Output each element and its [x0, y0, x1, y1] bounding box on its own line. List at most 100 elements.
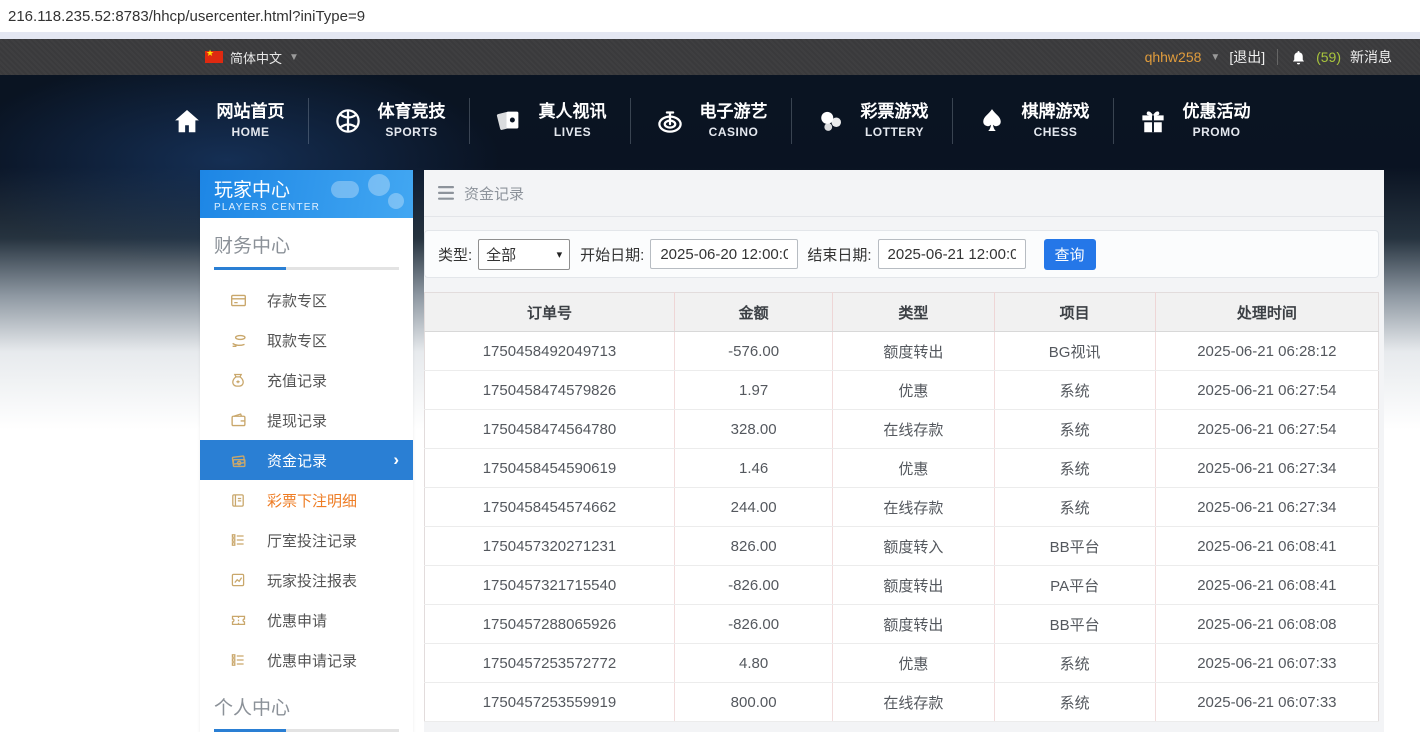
sidebar-item-player-bet-report[interactable]: 玩家投注报表 — [200, 560, 413, 600]
nav-item-lives[interactable]: 真人视讯LIVES — [469, 91, 630, 151]
table-cell: 在线存款 — [833, 683, 994, 722]
start-date-input[interactable] — [650, 239, 798, 269]
topbar-right: qhhw258 ▼ [退出] (59) 新消息 — [1145, 39, 1392, 75]
sidebar-item-lottery-bet-details[interactable]: 彩票下注明细 — [200, 480, 413, 520]
sidebar-item-withdraw-zone[interactable]: 取款专区 — [200, 320, 413, 360]
table-cell: 2025-06-21 06:08:08 — [1155, 605, 1378, 644]
table-cell: 2025-06-21 06:28:12 — [1155, 332, 1378, 371]
table-cell: 系统 — [994, 644, 1155, 683]
table-cell: 800.00 — [674, 683, 832, 722]
topbar: 简体中文 ▼ qhhw258 ▼ [退出] (59) 新消息 — [0, 39, 1420, 75]
table-row: 1750458492049713-576.00额度转出BG视讯2025-06-2… — [425, 332, 1379, 371]
funds-table: 订单号金额类型项目处理时间 1750458492049713-576.00额度转… — [424, 292, 1379, 722]
chevron-down-icon[interactable]: ▼ — [1210, 52, 1220, 63]
section-heading: 财务中心 — [214, 231, 399, 267]
sidebar-item-label: 优惠申请 — [267, 610, 327, 631]
username-dropdown[interactable]: qhhw258 — [1145, 49, 1202, 65]
china-flag-icon — [205, 51, 223, 63]
nav-item-lottery[interactable]: 彩票游戏LOTTERY — [791, 91, 952, 151]
sidebar-header: 玩家中心 PLAYERS CENTER — [200, 170, 413, 218]
type-label: 类型: — [438, 244, 472, 265]
list-icon — [230, 651, 248, 669]
table-row: 1750457288065926-826.00额度转出BB平台2025-06-2… — [425, 605, 1379, 644]
money-bag-icon — [230, 371, 248, 389]
table-cell: 328.00 — [674, 410, 832, 449]
bell-icon[interactable] — [1290, 49, 1307, 66]
table-cell: 1.97 — [674, 371, 832, 410]
section-heading: 个人中心 — [214, 693, 399, 729]
sidebar-item-withdrawal-records[interactable]: 提现记录 — [200, 400, 413, 440]
message-count-badge[interactable]: (59) — [1316, 49, 1341, 65]
table-cell: BB平台 — [994, 605, 1155, 644]
table-cell: 1.46 — [674, 449, 832, 488]
sidebar-item-label: 彩票下注明细 — [267, 490, 357, 511]
nav-label-cn: 棋牌游戏 — [1022, 102, 1090, 122]
table-cell: BG视讯 — [994, 332, 1155, 371]
table-cell: 244.00 — [674, 488, 832, 527]
type-select-value: 全部 — [486, 244, 516, 265]
sidebar-item-recharge-records[interactable]: 充值记录 — [200, 360, 413, 400]
table-row: 17504584745798261.97优惠系统2025-06-21 06:27… — [425, 371, 1379, 410]
table-cell: 在线存款 — [833, 410, 994, 449]
nav-item-sports[interactable]: 体育竞技SPORTS — [308, 91, 469, 151]
chevron-down-icon: ▾ — [557, 248, 563, 261]
table-cell: 系统 — [994, 449, 1155, 488]
nav-label-cn: 体育竞技 — [378, 102, 446, 122]
sidebar-item-label: 优惠申请记录 — [267, 650, 357, 671]
filter-bar: 类型: 全部 ▾ 开始日期: 结束日期: 查询 — [424, 230, 1379, 278]
browser-address-bar[interactable]: 216.118.235.52:8783/hhcp/usercenter.html… — [0, 0, 1420, 32]
sidebar-item-hall-bet-records[interactable]: 厅室投注记录 — [200, 520, 413, 560]
sidebar-item-funds-records[interactable]: 资金记录› — [200, 440, 413, 480]
new-messages-link[interactable]: 新消息 — [1350, 47, 1392, 67]
table-cell: BB平台 — [994, 527, 1155, 566]
sidebar-item-deposit-zone[interactable]: 存款专区 — [200, 280, 413, 320]
table-cell: 优惠 — [833, 449, 994, 488]
search-button[interactable]: 查询 — [1044, 239, 1096, 270]
language-selector[interactable]: 简体中文 ▼ — [205, 39, 299, 75]
sidebar-item-promo-application[interactable]: 优惠申请 — [200, 600, 413, 640]
logout-link[interactable]: [退出] — [1229, 47, 1265, 67]
nav-item-promo[interactable]: 优惠活动PROMO — [1113, 91, 1274, 151]
nav-label-cn: 彩票游戏 — [861, 102, 929, 122]
main-nav: 网站首页HOME体育竞技SPORTS真人视讯LIVES电子游艺CASINO彩票游… — [0, 75, 1420, 166]
table-cell: 系统 — [994, 410, 1155, 449]
table-cell: 2025-06-21 06:27:34 — [1155, 449, 1378, 488]
table-row: 1750457320271231826.00额度转入BB平台2025-06-21… — [425, 527, 1379, 566]
table-row: 1750457321715540-826.00额度转出PA平台2025-06-2… — [425, 566, 1379, 605]
sidebar-item-label: 玩家投注报表 — [267, 570, 357, 591]
breadcrumb-label: 资金记录 — [464, 183, 524, 204]
nav-item-text: 体育竞技SPORTS — [378, 102, 446, 138]
table-cell: PA平台 — [994, 566, 1155, 605]
nav-item-home[interactable]: 网站首页HOME — [147, 91, 308, 151]
funds-table-wrap: 订单号金额类型项目处理时间 1750458492049713-576.00额度转… — [424, 292, 1379, 722]
divider — [1277, 49, 1278, 65]
nav-label-cn: 网站首页 — [217, 102, 285, 122]
nav-label-cn: 优惠活动 — [1183, 102, 1251, 122]
sidebar-item-promo-application-records[interactable]: 优惠申请记录 — [200, 640, 413, 680]
chevron-down-icon: ▼ — [289, 52, 299, 63]
nav-item-text: 优惠活动PROMO — [1183, 102, 1251, 138]
table-cell: 2025-06-21 06:08:41 — [1155, 527, 1378, 566]
table-row: 17504572535727724.80优惠系统2025-06-21 06:07… — [425, 644, 1379, 683]
chevron-right-icon: › — [393, 450, 399, 470]
gamepad-icon — [321, 172, 407, 218]
withdraw-hand-icon — [230, 331, 248, 349]
page-url: 216.118.235.52:8783/hhcp/usercenter.html… — [8, 8, 365, 25]
ledger-book-icon — [230, 491, 248, 509]
menu-icon[interactable] — [438, 186, 454, 200]
nav-item-text: 真人视讯LIVES — [539, 102, 607, 138]
section-underline — [214, 267, 399, 270]
table-cell: 4.80 — [674, 644, 832, 683]
column-header: 项目 — [994, 293, 1155, 332]
sidebar-item-label: 提现记录 — [267, 410, 327, 431]
end-date-label: 结束日期: — [807, 244, 871, 265]
table-cell: 1750458492049713 — [425, 332, 675, 371]
table-cell: 优惠 — [833, 644, 994, 683]
end-date-input[interactable] — [878, 239, 1026, 269]
nav-item-casino[interactable]: 电子游艺CASINO — [630, 91, 791, 151]
table-row: 17504584545906191.46优惠系统2025-06-21 06:27… — [425, 449, 1379, 488]
table-header-row: 订单号金额类型项目处理时间 — [425, 293, 1379, 332]
nav-item-chess[interactable]: 棋牌游戏CHESS — [952, 91, 1113, 151]
table-cell: 额度转出 — [833, 332, 994, 371]
type-select[interactable]: 全部 ▾ — [478, 239, 570, 270]
